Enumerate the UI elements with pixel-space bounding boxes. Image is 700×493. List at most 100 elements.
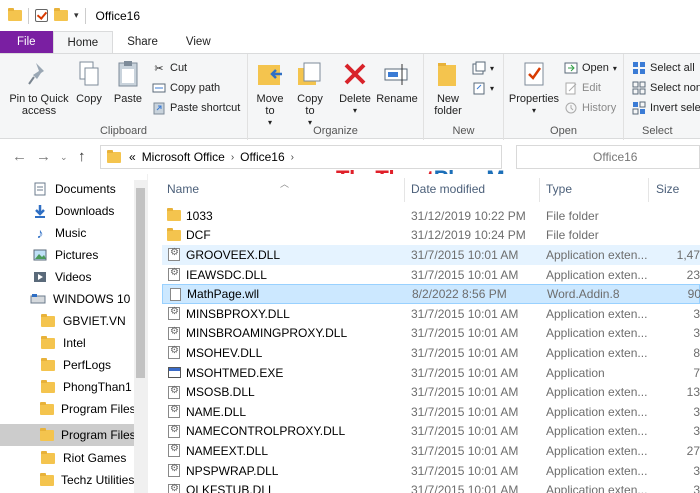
nav-item-folder[interactable]: GBVIET.VN — [0, 310, 134, 332]
new-folder-icon[interactable] — [54, 8, 68, 21]
exe-file-icon — [166, 366, 182, 380]
table-row[interactable]: DCF 31/12/2019 10:24 PM File folder — [162, 226, 700, 246]
rename-button[interactable]: Rename — [376, 58, 418, 105]
file-name: MINSBPROXY.DLL — [186, 306, 290, 321]
table-row[interactable]: MSOHEV.DLL 31/7/2015 10:01 AM Application … — [162, 343, 700, 363]
file-date: 31/7/2015 10:01 AM — [411, 267, 519, 282]
edit-button[interactable]: Edit — [564, 79, 601, 97]
properties-button[interactable]: Properties ▾ — [508, 58, 560, 117]
copy-button[interactable]: Copy — [74, 58, 104, 105]
column-header-type[interactable]: Type — [546, 174, 572, 204]
move-to-button[interactable]: Move to ▾ — [254, 58, 286, 129]
paste-shortcut-label: Paste shortcut — [170, 102, 241, 114]
nav-item-documents[interactable]: Documents — [0, 178, 134, 200]
tab-view[interactable]: View — [172, 31, 225, 53]
table-row[interactable]: NAMEEXT.DLL 31/7/2015 10:01 AM Application… — [162, 441, 700, 461]
folder-icon — [40, 427, 54, 442]
folder-icon — [40, 313, 56, 328]
table-row[interactable]: IEAWSDC.DLL 31/7/2015 10:01 AM Application… — [162, 265, 700, 285]
file-size: 3 — [693, 326, 700, 341]
nav-item-music[interactable]: ♪ Music — [0, 222, 134, 244]
chevron-down-icon[interactable]: ⌄ — [60, 152, 68, 163]
tab-share[interactable]: Share — [113, 31, 172, 53]
nav-item-label: Techz Utilities — [61, 473, 134, 487]
title-bar: ▾ Office16 — [0, 0, 700, 31]
tab-home[interactable]: Home — [52, 31, 114, 54]
paste-shortcut-button[interactable]: Paste shortcut — [152, 99, 240, 117]
table-row[interactable]: MSOHTMED.EXE 31/7/2015 10:01 AM Applicatio… — [162, 363, 700, 383]
nav-item-folder[interactable]: Intel — [0, 332, 134, 354]
table-row[interactable]: MINSBROAMINGPROXY.DLL 31/7/2015 10:01 AM A… — [162, 324, 700, 344]
column-header-size[interactable]: Size — [656, 174, 679, 204]
file-type: File folder — [546, 208, 599, 223]
table-row[interactable]: NPSPWRAP.DLL 31/7/2015 10:01 AM Applicatio… — [162, 461, 700, 481]
copy-path-button[interactable]: Copy path — [152, 79, 220, 97]
pin-to-quick-access-button[interactable]: Pin to Quick access — [6, 58, 72, 117]
file-name: 1033 — [186, 208, 213, 223]
open-button[interactable]: Open ▾ — [564, 59, 617, 77]
paste-button[interactable]: Paste — [112, 58, 144, 105]
table-row[interactable]: MSOSB.DLL 31/7/2015 10:01 AM Application e… — [162, 382, 700, 402]
delete-button[interactable]: Delete ▾ — [338, 58, 372, 117]
select-none-label: Select none — [650, 82, 700, 94]
nav-item-folder[interactable]: Techz Utilities — [0, 469, 134, 491]
table-row[interactable]: 1033 31/12/2019 10:22 PM File folder — [162, 206, 700, 226]
tab-file[interactable]: File — [0, 31, 53, 53]
column-header-date[interactable]: Date modified — [411, 174, 485, 204]
file-type: Application exten... — [546, 463, 648, 478]
copy-icon — [73, 58, 105, 90]
table-row[interactable]: GROOVEEX.DLL 31/7/2015 10:01 AM Applicatio… — [162, 245, 700, 265]
nav-item-folder[interactable]: Riot Games — [0, 447, 134, 469]
file-type: Word.Addin.8 — [547, 287, 620, 302]
history-button[interactable]: History — [564, 99, 616, 117]
nav-item-folder[interactable]: PerfLogs — [0, 354, 134, 376]
properties-icon[interactable] — [35, 9, 48, 22]
invert-selection-button[interactable]: Invert selection — [632, 99, 700, 117]
chevron-right-icon[interactable]: › — [291, 152, 294, 163]
scrollbar-thumb[interactable] — [136, 188, 145, 378]
file-size: 13 — [686, 385, 700, 400]
nav-item-folder-selected[interactable]: Program Files (x86) — [0, 424, 134, 446]
nav-item-videos[interactable]: Videos — [0, 266, 134, 288]
videos-icon — [32, 270, 48, 284]
select-none-button[interactable]: Select none — [632, 79, 700, 97]
table-row[interactable]: OLKFSTUB.DLL 31/7/2015 10:01 AM Applicatio… — [162, 480, 700, 493]
dll-file-icon — [166, 463, 182, 478]
up-arrow-icon[interactable]: ↑ — [78, 148, 86, 165]
chevron-right-icon[interactable]: › — [231, 152, 234, 163]
nav-item-label: Intel — [63, 336, 86, 350]
table-row[interactable]: NAMECONTROLPROXY.DLL 31/7/2015 10:01 AM Ap… — [162, 422, 700, 442]
nav-item-folder[interactable]: PhongThan1 — [0, 376, 134, 398]
table-row[interactable]: MathPage.wll 8/2/2022 8:56 PM Word.Addin.8… — [162, 284, 700, 304]
chevron-down-icon[interactable]: ▾ — [74, 10, 79, 21]
table-row[interactable]: NAME.DLL 31/7/2015 10:01 AM Application ex… — [162, 402, 700, 422]
file-list: ︿ Name Date modified Type Size 1033 31/12… — [148, 174, 700, 493]
file-date: 31/7/2015 10:01 AM — [411, 365, 519, 380]
easy-access-button[interactable]: ▾ — [472, 79, 494, 97]
breadcrumb-overflow[interactable]: « — [129, 150, 136, 164]
file-date: 31/7/2015 10:01 AM — [411, 345, 519, 360]
select-all-button[interactable]: Select all — [632, 59, 695, 77]
file-name: IEAWSDC.DLL — [186, 267, 267, 282]
file-date: 31/7/2015 10:01 AM — [411, 247, 519, 262]
table-row[interactable]: MINSBPROXY.DLL 31/7/2015 10:01 AM Applicat… — [162, 304, 700, 324]
new-folder-button[interactable]: New folder — [430, 58, 466, 117]
file-type: Application exten... — [546, 483, 648, 493]
nav-item-drive-c[interactable]: WINDOWS 10 (C:) — [0, 288, 134, 310]
nav-scrollbar[interactable] — [134, 180, 147, 493]
pictures-icon — [32, 248, 48, 262]
breadcrumb-item[interactable]: Office16 — [240, 150, 284, 164]
cut-label: Cut — [170, 62, 188, 74]
nav-item-pictures[interactable]: Pictures — [0, 244, 134, 266]
nav-item-downloads[interactable]: Downloads — [0, 200, 134, 222]
forward-arrow-icon[interactable]: → — [36, 148, 51, 165]
file-type: Application exten... — [546, 404, 648, 419]
history-icon — [564, 101, 578, 115]
nav-item-folder[interactable]: Program Files — [0, 398, 134, 420]
new-item-button[interactable]: ▾ — [472, 59, 494, 77]
column-header-name[interactable]: Name — [167, 174, 199, 204]
back-arrow-icon[interactable]: ← — [12, 148, 27, 165]
breadcrumb-item[interactable]: Microsoft Office — [142, 150, 225, 164]
copy-to-button[interactable]: Copy to ▾ — [294, 58, 326, 129]
cut-button[interactable]: ✂ Cut — [152, 59, 187, 77]
